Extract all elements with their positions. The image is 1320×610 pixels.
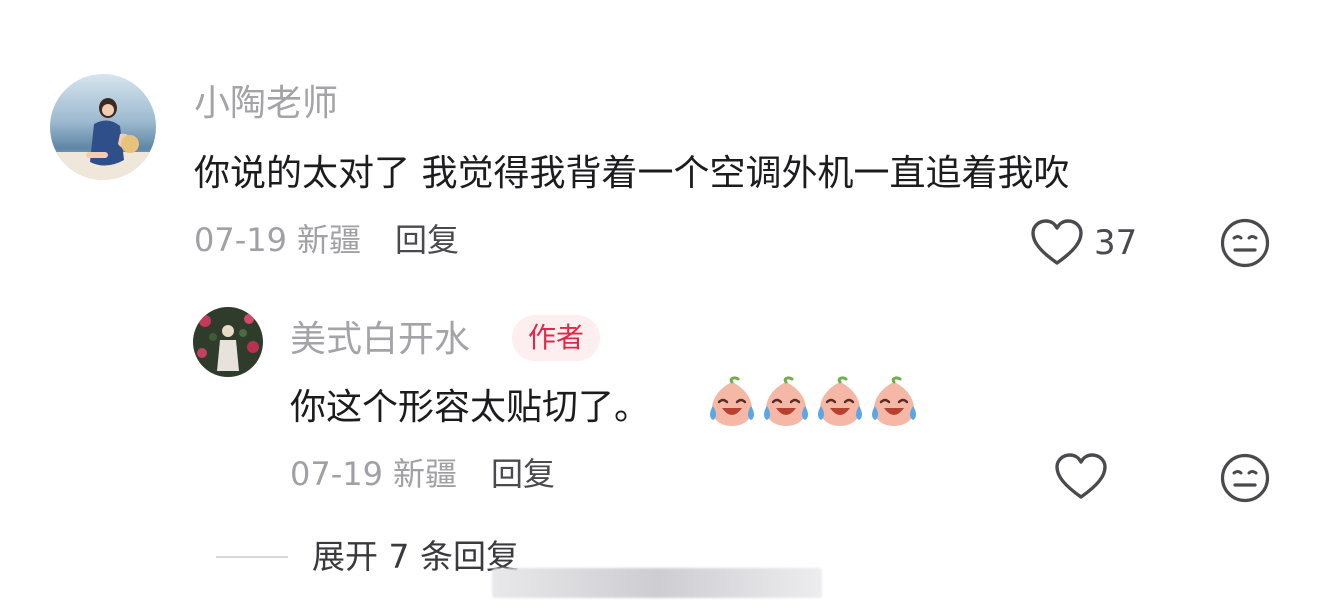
meh-face-icon bbox=[1220, 218, 1270, 268]
reply-location: 新疆 bbox=[392, 455, 457, 493]
reply-date: 07-19 bbox=[290, 455, 383, 493]
author-badge: 作者 bbox=[512, 315, 601, 361]
expand-divider bbox=[216, 555, 288, 558]
comment-avatar[interactable] bbox=[50, 74, 156, 180]
reply-avatar[interactable] bbox=[193, 307, 263, 377]
watermark-blur bbox=[492, 568, 822, 598]
reply-text: 你这个形容太贴切了。 bbox=[290, 387, 651, 428]
crying-laughing-peach-emoji bbox=[872, 376, 916, 426]
reply-username[interactable]: 美式白开水 bbox=[290, 322, 470, 358]
comment-username[interactable]: 小陶老师 bbox=[194, 86, 338, 122]
expand-replies-label: 展开 7 条回复 bbox=[312, 537, 519, 576]
reply-dislike-button[interactable] bbox=[1219, 452, 1271, 504]
heart-outline-icon bbox=[1055, 453, 1107, 499]
comment-like-count: 37 bbox=[1094, 223, 1138, 263]
reply-reply-button[interactable]: 回复 bbox=[491, 458, 555, 490]
comment-date: 07-19 bbox=[194, 221, 287, 259]
crying-laughing-peach-emoji bbox=[764, 376, 808, 426]
comment-location: 新疆 bbox=[296, 221, 361, 259]
heart-outline-icon bbox=[1031, 219, 1083, 265]
expand-replies-button[interactable]: 展开 7 条回复 bbox=[216, 540, 519, 573]
comment-like-button[interactable]: 37 bbox=[1030, 218, 1137, 268]
reply-like-button[interactable] bbox=[1054, 452, 1108, 502]
comment-dislike-button[interactable] bbox=[1219, 217, 1271, 269]
comment-meta: 07-19 新疆 回复 bbox=[194, 224, 459, 256]
reply-emojis bbox=[705, 376, 921, 430]
comment-reply-button[interactable]: 回复 bbox=[395, 224, 459, 256]
reply-meta: 07-19 新疆 回复 bbox=[290, 458, 555, 490]
comment-text: 你说的太对了 我觉得我背着一个空调外机一直追着我吹 bbox=[194, 153, 1070, 194]
crying-laughing-peach-emoji bbox=[818, 376, 862, 426]
meh-face-icon bbox=[1220, 453, 1270, 503]
crying-laughing-peach-emoji bbox=[710, 376, 754, 426]
